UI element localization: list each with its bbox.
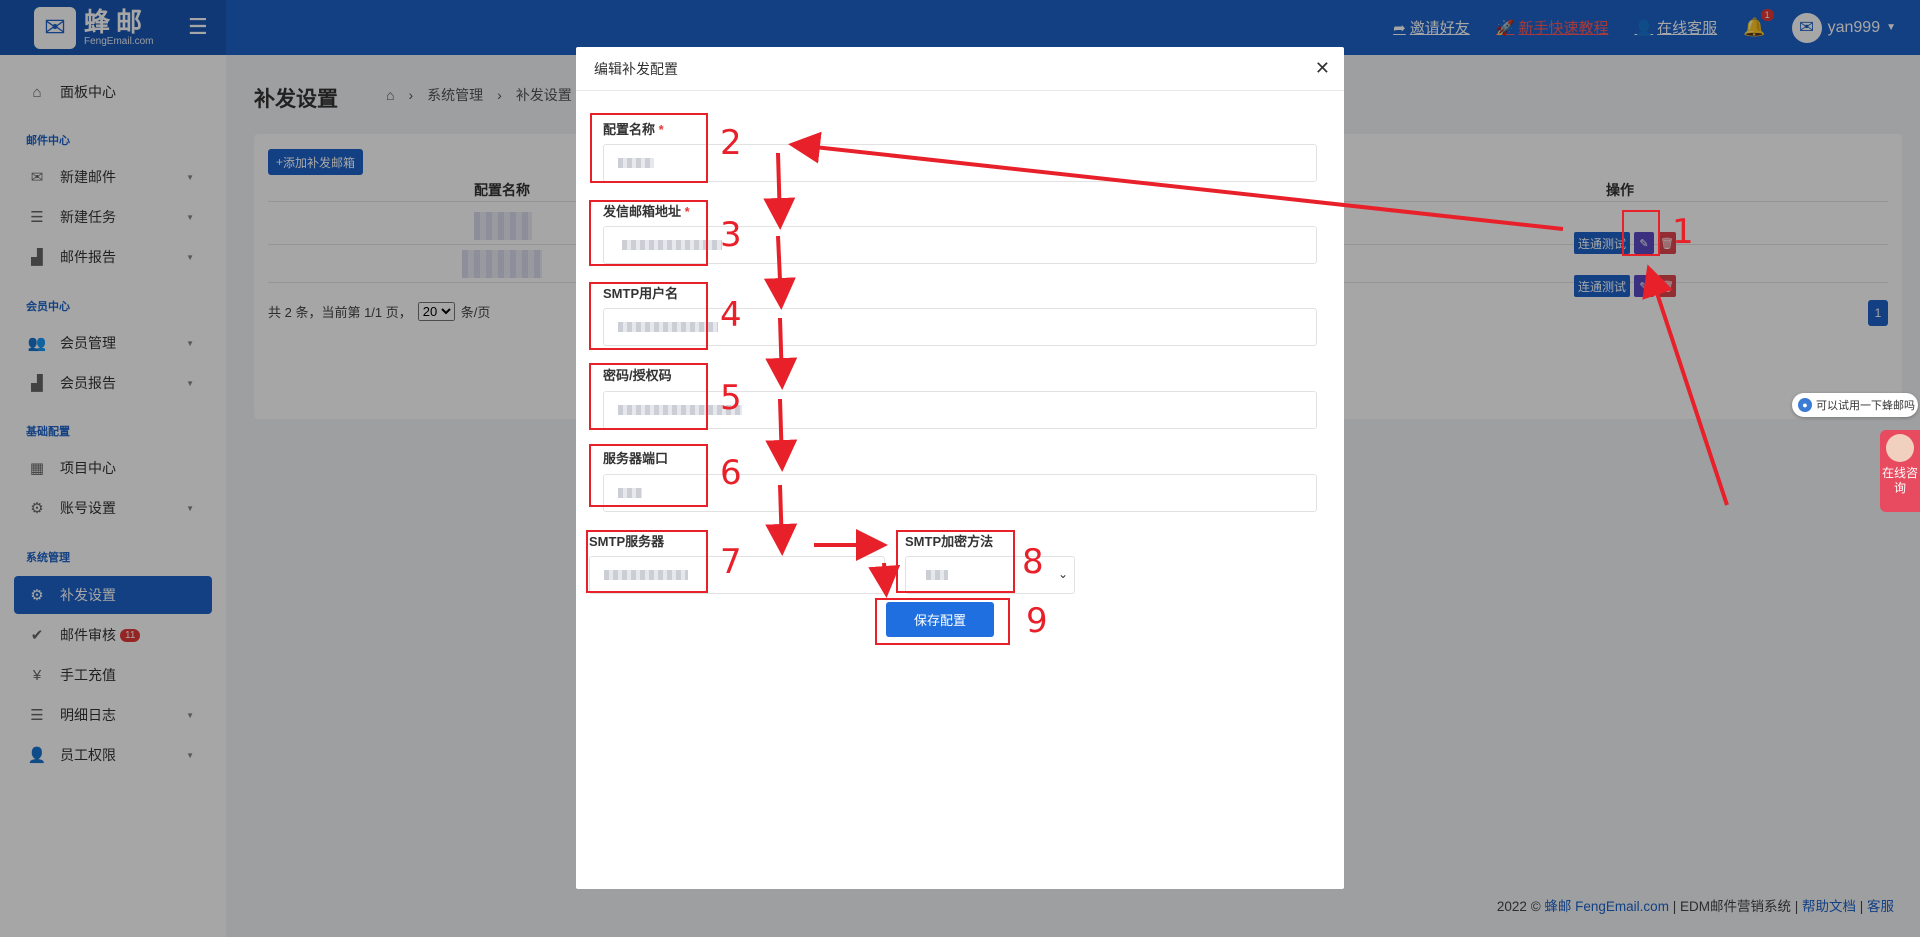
sender-email-input[interactable] <box>603 226 1317 264</box>
annotation-number-4: 4 <box>720 295 742 335</box>
password-input[interactable] <box>603 391 1317 429</box>
annotation-number-3: 3 <box>720 215 742 255</box>
annotation-number-2: 2 <box>720 123 742 163</box>
annotation-number-6: 6 <box>720 453 742 493</box>
annotation-box-1 <box>1622 210 1660 256</box>
annotation-box-3 <box>589 200 708 266</box>
annotation-number-1: 1 <box>1672 212 1694 252</box>
annotation-number-8: 8 <box>1022 542 1044 582</box>
annotation-number-7: 7 <box>720 542 742 582</box>
chat-prompt-bubble[interactable]: ● 可以试用一下蜂邮吗 <box>1792 393 1918 417</box>
chevron-down-icon: ⌄ <box>1057 567 1068 581</box>
chat-icon: ● <box>1798 398 1812 412</box>
modal-header: 编辑补发配置 <box>576 47 1344 91</box>
server-port-input[interactable] <box>603 474 1317 512</box>
annotation-box-4 <box>589 282 708 350</box>
consult-label: 在线咨询 <box>1881 466 1918 495</box>
annotation-box-6 <box>589 444 708 507</box>
smtp-username-input[interactable] <box>603 308 1317 346</box>
agent-avatar <box>1886 434 1914 462</box>
modal-title: 编辑补发配置 <box>594 60 678 77</box>
close-icon[interactable]: ✕ <box>1315 58 1330 79</box>
annotation-number-5: 5 <box>720 378 742 418</box>
annotation-box-9 <box>875 598 1010 645</box>
annotation-box-5 <box>589 363 708 430</box>
online-consult-button[interactable]: 在线咨询 <box>1880 430 1920 512</box>
config-name-input[interactable] <box>603 144 1317 182</box>
annotation-box-8 <box>896 530 1015 593</box>
annotation-box-2 <box>590 113 708 183</box>
annotation-number-9: 9 <box>1026 601 1048 641</box>
chat-prompt-text: 可以试用一下蜂邮吗 <box>1816 400 1915 412</box>
annotation-box-7 <box>586 530 708 593</box>
